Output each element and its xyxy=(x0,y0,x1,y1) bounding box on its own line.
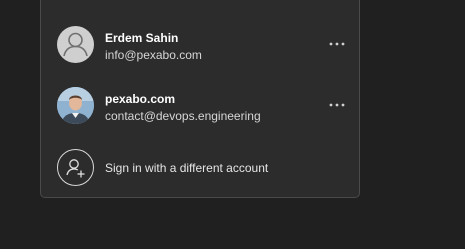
account-name: pexabo.com xyxy=(105,92,176,106)
account-item-erdem-sahin[interactable]: Erdem Sahin info@pexabo.com xyxy=(41,18,359,70)
account-email: info@pexabo.com xyxy=(105,48,202,62)
add-account-button[interactable]: Sign in with a different account xyxy=(41,141,359,193)
generic-user-icon xyxy=(57,26,94,63)
account-item-pexabo[interactable]: pexabo.com contact@devops.engineering xyxy=(41,79,359,131)
more-options-icon[interactable] xyxy=(326,95,348,115)
account-name: Erdem Sahin xyxy=(105,31,179,45)
account-email: contact@devops.engineering xyxy=(105,109,261,123)
add-account-label: Sign in with a different account xyxy=(105,161,269,175)
add-user-icon xyxy=(57,149,94,186)
account-switcher-panel: Erdem Sahin info@pexabo.com pexabo.com c… xyxy=(40,0,360,198)
profile-photo xyxy=(57,87,94,124)
more-options-icon[interactable] xyxy=(326,34,348,54)
